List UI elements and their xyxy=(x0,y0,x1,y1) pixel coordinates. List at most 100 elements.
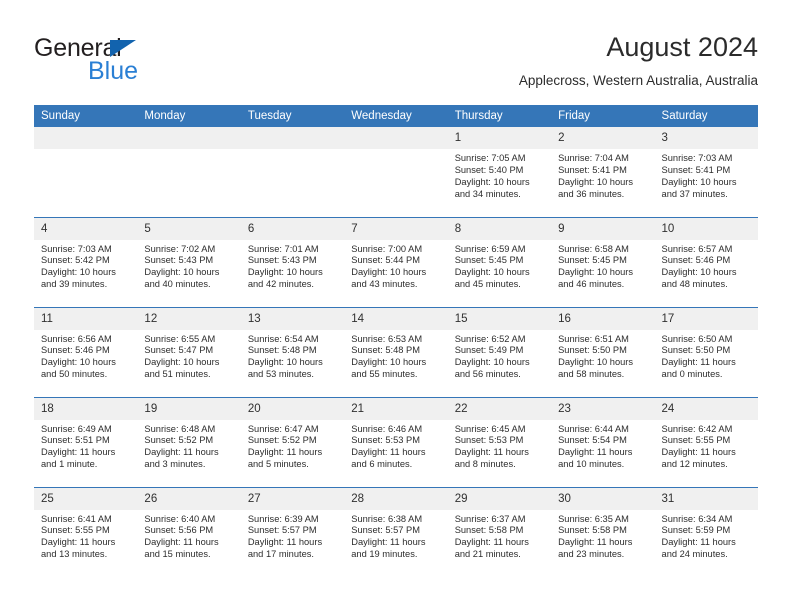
calendar-day-cell[interactable]: 13 Sunrise: 6:54 AM Sunset: 5:48 PM Dayligh… xyxy=(240,306,345,397)
weekday-header-wednesday: Wednesday xyxy=(344,105,448,127)
calendar-day-cell-empty xyxy=(240,127,345,217)
calendar-day-cell[interactable]: 28 Sunrise: 6:38 AM Sunset: 5:57 PM Dayligh… xyxy=(344,486,448,577)
day-sun-info: Sunrise: 6:34 AM Sunset: 5:59 PM Daylight:… xyxy=(655,510,758,562)
calendar-day-cell[interactable]: 25 Sunrise: 6:41 AM Sunset: 5:55 PM Dayligh… xyxy=(34,486,138,577)
day-daylight-text: Daylight: 11 hours xyxy=(661,357,736,368)
calendar-day-cell[interactable]: 4 Sunrise: 7:03 AM Sunset: 5:42 PM Daylight… xyxy=(34,216,138,307)
day-sun-info: Sunrise: 6:55 AM Sunset: 5:47 PM Daylight:… xyxy=(137,330,240,382)
day-sunrise-text: Sunrise: 6:34 AM xyxy=(661,513,733,524)
brand-logo[interactable]: General Blue xyxy=(34,34,234,90)
calendar-day-cell[interactable]: 24 Sunrise: 6:42 AM Sunset: 5:55 PM Dayligh… xyxy=(654,396,758,487)
calendar-day-cell[interactable]: 20 Sunrise: 6:47 AM Sunset: 5:52 PM Dayligh… xyxy=(240,396,345,487)
calendar-day-cell[interactable]: 18 Sunrise: 6:49 AM Sunset: 5:51 PM Dayligh… xyxy=(34,396,138,487)
day-sunrise-text: Sunrise: 6:54 AM xyxy=(247,333,319,344)
day-sunset-text: Sunset: 5:46 PM xyxy=(661,255,731,266)
calendar-day-cell[interactable]: 23 Sunrise: 6:44 AM Sunset: 5:54 PM Dayligh… xyxy=(551,396,655,487)
day-daylight-text: Daylight: 10 hours xyxy=(661,176,737,187)
day-sunset-text: Sunset: 5:55 PM xyxy=(661,435,731,446)
day-daylight-text: and 24 minutes. xyxy=(661,549,728,560)
calendar-day-cell[interactable]: 12 Sunrise: 6:55 AM Sunset: 5:47 PM Dayligh… xyxy=(137,306,241,397)
calendar-body: 1 Sunrise: 7:05 AM Sunset: 5:40 PM Daylight… xyxy=(34,127,758,577)
calendar-day-cell[interactable]: 2 Sunrise: 7:04 AM Sunset: 5:41 PM Daylight… xyxy=(551,127,655,217)
day-sun-info: Sunrise: 6:48 AM Sunset: 5:52 PM Daylight:… xyxy=(137,420,240,472)
calendar-week-row: 18 Sunrise: 6:49 AM Sunset: 5:51 PM Dayligh… xyxy=(34,396,758,487)
day-number: 31 xyxy=(654,487,758,510)
day-sunrise-text: Sunrise: 6:45 AM xyxy=(454,423,526,434)
day-number: 27 xyxy=(240,487,345,510)
calendar-day-cell[interactable]: 5 Sunrise: 7:02 AM Sunset: 5:43 PM Daylight… xyxy=(137,216,241,307)
day-sunrise-text: Sunrise: 6:52 AM xyxy=(454,333,526,344)
day-daylight-text: Daylight: 11 hours xyxy=(351,447,426,458)
calendar-day-cell[interactable]: 26 Sunrise: 6:40 AM Sunset: 5:56 PM Dayligh… xyxy=(137,486,241,577)
day-sunset-text: Sunset: 5:41 PM xyxy=(661,164,731,175)
day-daylight-text: Daylight: 10 hours xyxy=(558,357,634,368)
day-number: 26 xyxy=(137,487,241,510)
day-sunset-text: Sunset: 5:45 PM xyxy=(454,255,524,266)
day-daylight-text: and 5 minutes. xyxy=(247,459,309,470)
calendar-day-cell[interactable]: 16 Sunrise: 6:51 AM Sunset: 5:50 PM Dayligh… xyxy=(551,306,655,397)
day-sunset-text: Sunset: 5:42 PM xyxy=(41,255,110,266)
calendar-day-cell[interactable]: 21 Sunrise: 6:46 AM Sunset: 5:53 PM Dayligh… xyxy=(344,396,448,487)
calendar-day-cell[interactable]: 30 Sunrise: 6:35 AM Sunset: 5:58 PM Dayligh… xyxy=(551,486,655,577)
day-sun-info: Sunrise: 6:50 AM Sunset: 5:50 PM Daylight:… xyxy=(655,330,758,382)
calendar-day-cell-empty xyxy=(34,127,138,217)
calendar-day-cell[interactable]: 27 Sunrise: 6:39 AM Sunset: 5:57 PM Dayligh… xyxy=(240,486,345,577)
calendar-day-cell[interactable]: 3 Sunrise: 7:03 AM Sunset: 5:41 PM Daylight… xyxy=(654,127,758,217)
day-daylight-text: and 19 minutes. xyxy=(351,549,418,560)
day-daylight-text: Daylight: 10 hours xyxy=(454,267,530,278)
day-sunrise-text: Sunrise: 6:44 AM xyxy=(558,423,629,434)
day-number: 25 xyxy=(34,487,138,510)
day-sunrise-text: Sunrise: 6:38 AM xyxy=(351,513,423,524)
day-sunrise-text: Sunrise: 6:42 AM xyxy=(661,423,733,434)
day-sunset-text: Sunset: 5:58 PM xyxy=(558,525,627,536)
day-number: 17 xyxy=(654,307,758,330)
calendar-day-cell[interactable]: 19 Sunrise: 6:48 AM Sunset: 5:52 PM Dayligh… xyxy=(137,396,241,487)
day-daylight-text: and 58 minutes. xyxy=(558,369,625,380)
day-sun-info: Sunrise: 6:49 AM Sunset: 5:51 PM Daylight:… xyxy=(34,420,137,472)
day-sun-info: Sunrise: 6:52 AM Sunset: 5:49 PM Daylight:… xyxy=(448,330,551,382)
calendar-day-cell[interactable]: 9 Sunrise: 6:58 AM Sunset: 5:45 PM Daylight… xyxy=(551,216,655,307)
day-sun-info: Sunrise: 6:57 AM Sunset: 5:46 PM Daylight:… xyxy=(655,240,758,292)
calendar-day-cell[interactable]: 7 Sunrise: 7:00 AM Sunset: 5:44 PM Daylight… xyxy=(344,216,448,307)
day-daylight-text: Daylight: 10 hours xyxy=(661,267,737,278)
calendar-day-cell[interactable]: 22 Sunrise: 6:45 AM Sunset: 5:53 PM Dayligh… xyxy=(447,396,552,487)
day-daylight-text: Daylight: 10 hours xyxy=(558,267,634,278)
weekday-header-thursday: Thursday xyxy=(447,105,552,127)
day-daylight-text: and 8 minutes. xyxy=(454,459,516,470)
day-sunrise-text: Sunrise: 6:37 AM xyxy=(454,513,526,524)
day-daylight-text: Daylight: 11 hours xyxy=(247,447,323,458)
calendar-day-cell[interactable]: 11 Sunrise: 6:56 AM Sunset: 5:46 PM Dayligh… xyxy=(34,306,138,397)
day-daylight-text: Daylight: 11 hours xyxy=(558,537,633,548)
calendar-day-cell[interactable]: 1 Sunrise: 7:05 AM Sunset: 5:40 PM Daylight… xyxy=(447,127,552,217)
day-sunset-text: Sunset: 5:53 PM xyxy=(454,435,524,446)
day-daylight-text: Daylight: 10 hours xyxy=(351,267,427,278)
day-sun-info: Sunrise: 7:03 AM Sunset: 5:41 PM Daylight:… xyxy=(655,149,758,201)
day-daylight-text: and 48 minutes. xyxy=(661,279,728,290)
calendar-day-cell[interactable]: 10 Sunrise: 6:57 AM Sunset: 5:46 PM Dayligh… xyxy=(654,216,758,307)
calendar-day-cell[interactable]: 29 Sunrise: 6:37 AM Sunset: 5:58 PM Dayligh… xyxy=(447,486,552,577)
day-daylight-text: and 12 minutes. xyxy=(661,459,728,470)
day-daylight-text: Daylight: 11 hours xyxy=(41,537,116,548)
day-sunrise-text: Sunrise: 7:03 AM xyxy=(41,243,112,254)
title-block: August 2024 Applecross, Western Australi… xyxy=(519,30,758,91)
day-daylight-text: Daylight: 11 hours xyxy=(454,537,529,548)
day-daylight-text: and 23 minutes. xyxy=(558,549,625,560)
calendar-day-cell[interactable]: 8 Sunrise: 6:59 AM Sunset: 5:45 PM Daylight… xyxy=(447,216,552,307)
day-daylight-text: and 36 minutes. xyxy=(558,188,625,199)
calendar-day-cell[interactable]: 6 Sunrise: 7:01 AM Sunset: 5:43 PM Daylight… xyxy=(240,216,345,307)
day-daylight-text: Daylight: 10 hours xyxy=(454,176,530,187)
calendar-day-cell[interactable]: 31 Sunrise: 6:34 AM Sunset: 5:59 PM Dayligh… xyxy=(654,486,758,577)
day-sun-info: Sunrise: 6:37 AM Sunset: 5:58 PM Daylight:… xyxy=(448,510,551,562)
day-sunrise-text: Sunrise: 6:35 AM xyxy=(558,513,629,524)
day-daylight-text: and 51 minutes. xyxy=(144,369,211,380)
day-sunset-text: Sunset: 5:57 PM xyxy=(247,525,317,536)
day-daylight-text: Daylight: 10 hours xyxy=(41,357,116,368)
day-daylight-text: Daylight: 11 hours xyxy=(41,447,116,458)
day-daylight-text: Daylight: 11 hours xyxy=(661,537,736,548)
calendar-day-cell[interactable]: 15 Sunrise: 6:52 AM Sunset: 5:49 PM Dayligh… xyxy=(447,306,552,397)
calendar-day-cell[interactable]: 17 Sunrise: 6:50 AM Sunset: 5:50 PM Dayligh… xyxy=(654,306,758,397)
calendar-day-cell[interactable]: 14 Sunrise: 6:53 AM Sunset: 5:48 PM Dayligh… xyxy=(344,306,448,397)
day-daylight-text: and 37 minutes. xyxy=(661,188,728,199)
day-number: 19 xyxy=(137,397,241,420)
day-number xyxy=(344,127,448,149)
